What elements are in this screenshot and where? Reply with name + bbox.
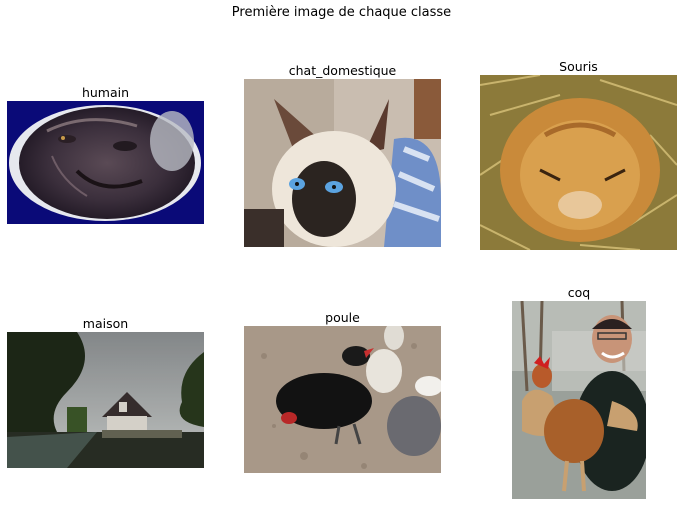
image-chat-domestique [244, 79, 441, 247]
panel-title-coq: coq [567, 285, 591, 300]
image-poule [244, 326, 441, 473]
image-maison [7, 332, 204, 468]
figure-title: Première image de chaque classe [231, 5, 452, 20]
image-souris [480, 75, 677, 250]
panel-title-maison: maison [82, 316, 129, 331]
image-coq [512, 301, 646, 499]
image-humain [7, 101, 204, 224]
panel-title-poule: poule [325, 310, 360, 325]
panel-title-chat-domestique: chat_domestique [288, 63, 397, 78]
panel-title-souris: Souris [559, 59, 598, 74]
panel-title-humain: humain [81, 85, 130, 100]
